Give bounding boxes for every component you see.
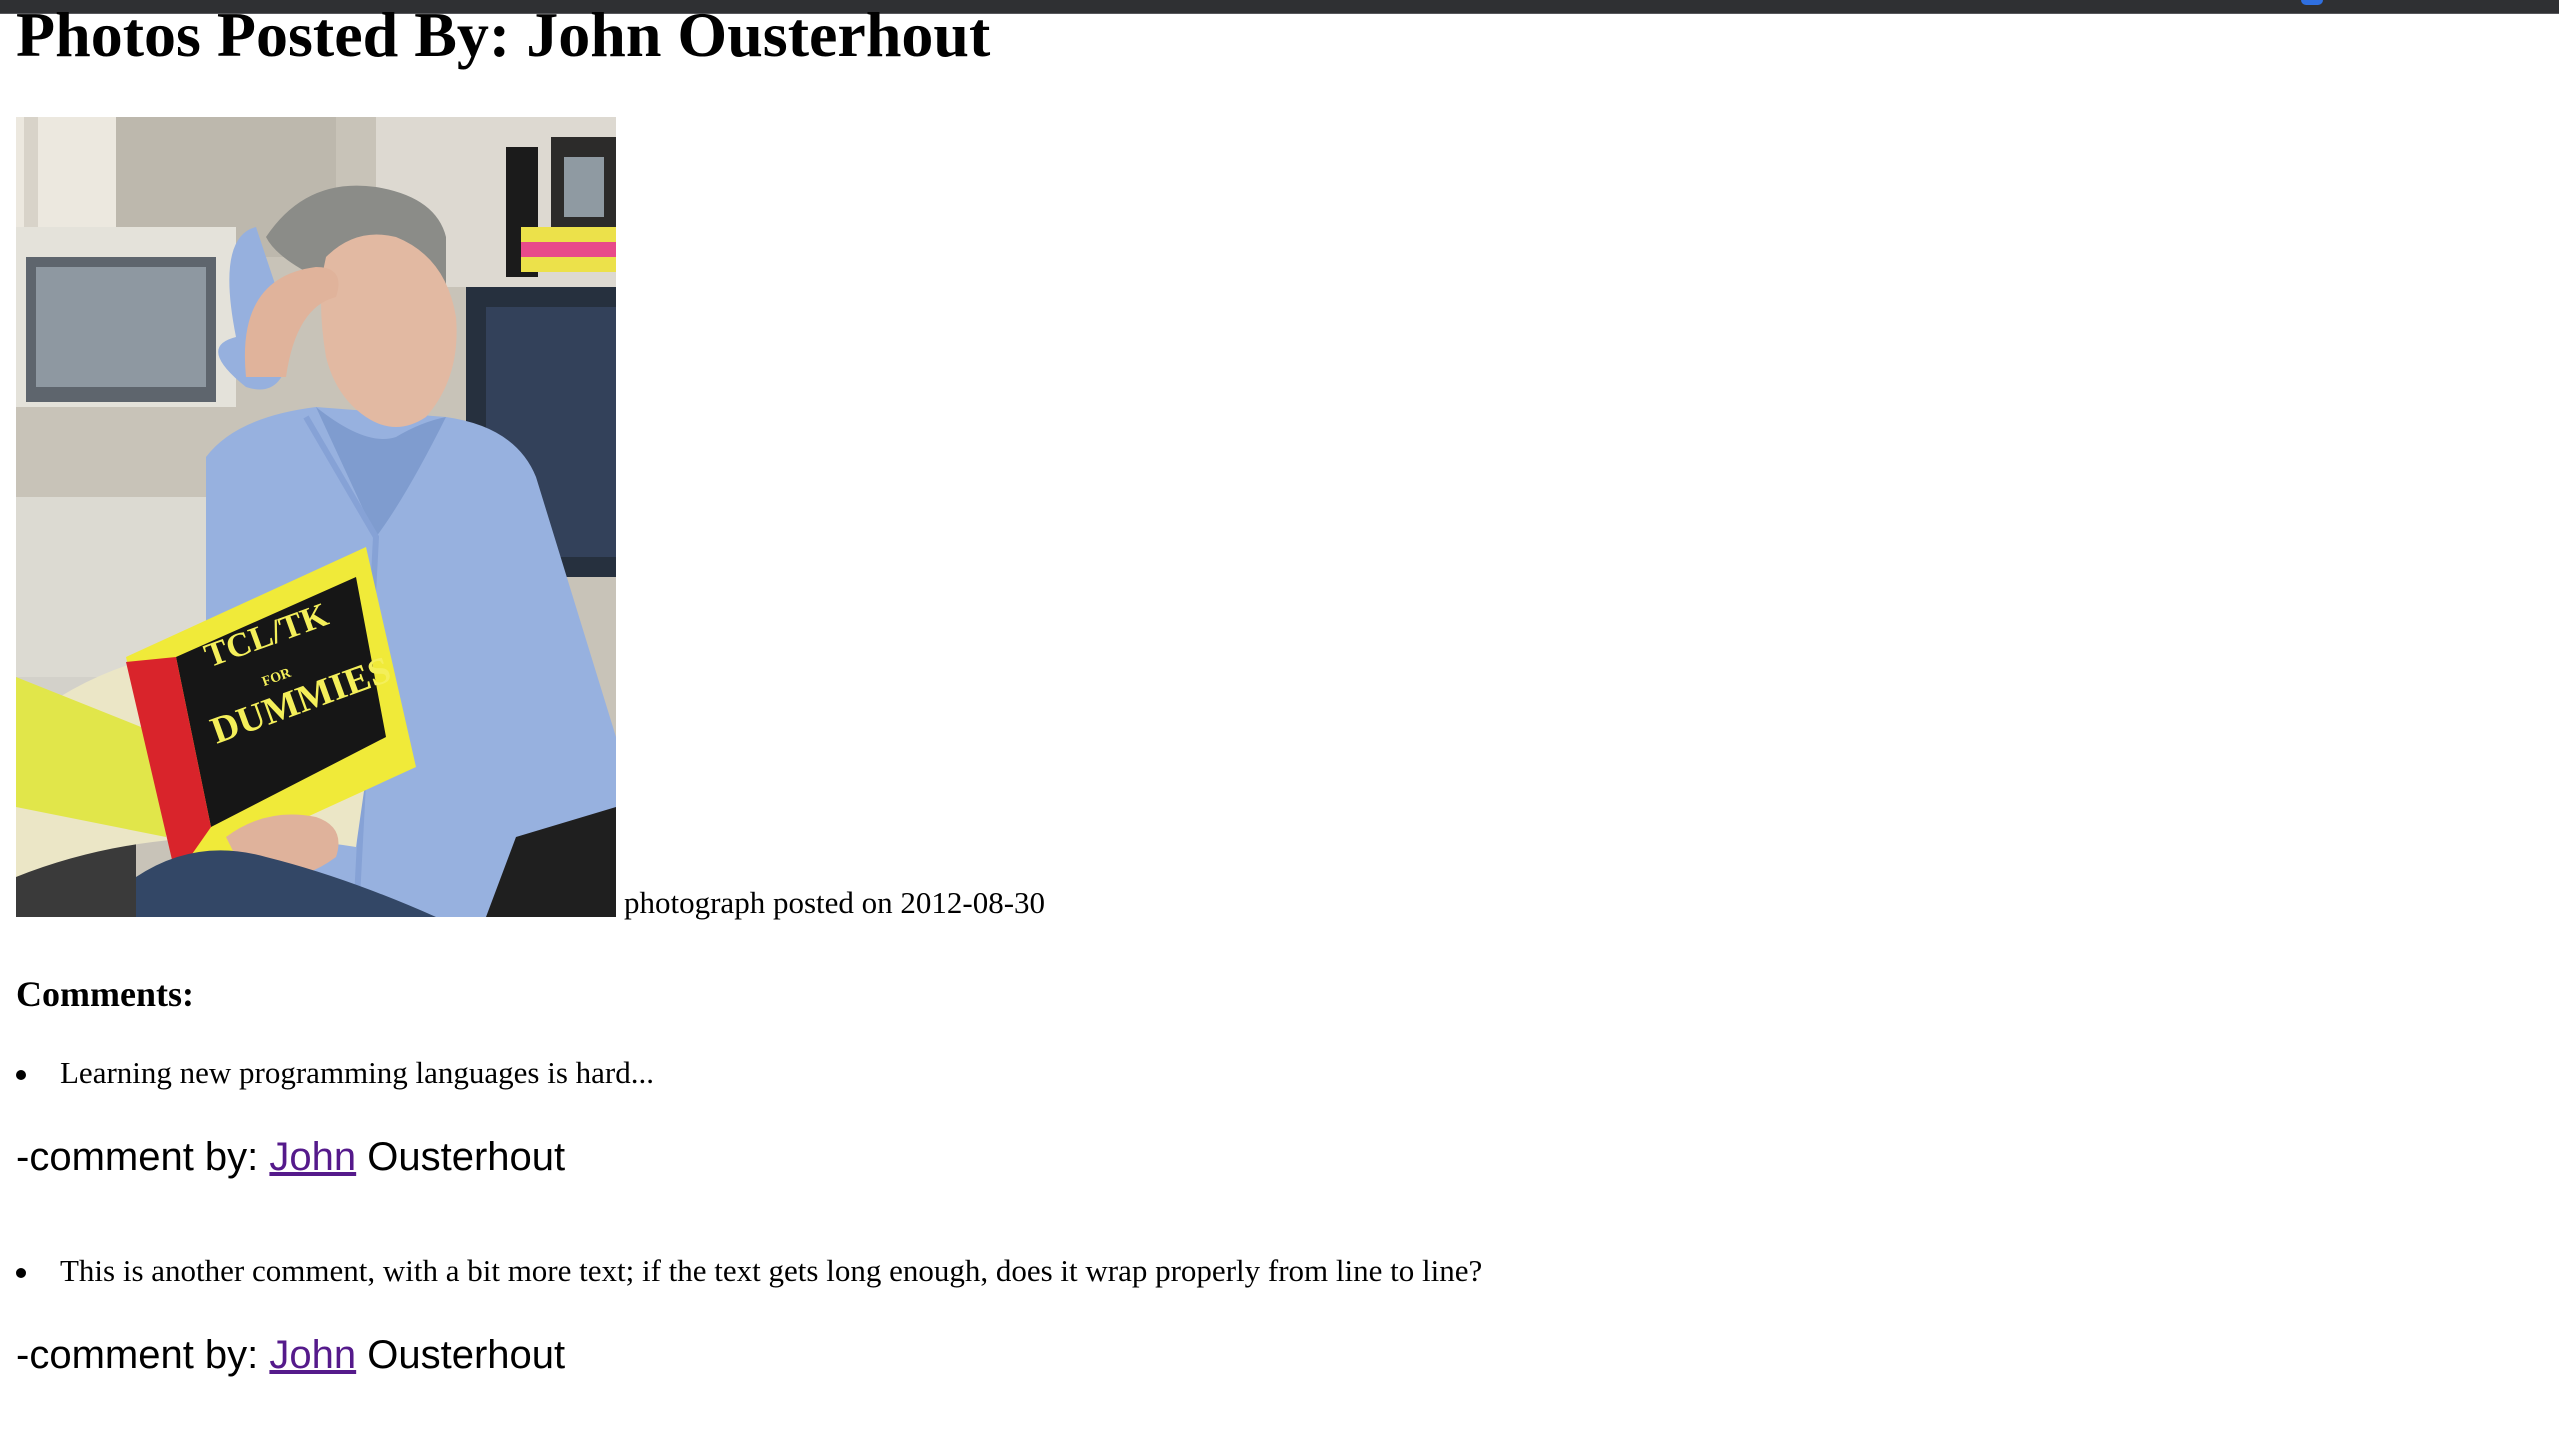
comment-text: Learning new programming languages is ha… — [60, 1055, 654, 1090]
photo-row: TCL/TK FOR DUMMIES photograph posted on … — [16, 117, 1046, 920]
comment-author-last-name: Ousterhout — [356, 1333, 566, 1377]
comment-text: This is another comment, with a bit more… — [60, 1253, 1483, 1288]
comment-author-line: -comment by: John Ousterhout — [16, 1332, 565, 1378]
page-title: Photos Posted By: John Ousterhout — [16, 0, 991, 70]
comment-author-prefix: -comment by: — [16, 1135, 270, 1179]
comment-author-last-name: Ousterhout — [356, 1135, 566, 1179]
bullet-icon — [16, 1268, 26, 1278]
photo-caption: photograph posted on 2012-08-30 — [624, 885, 1046, 920]
comment-author-link[interactable]: John — [269, 1135, 356, 1179]
photo-illustration: TCL/TK FOR DUMMIES — [16, 117, 616, 917]
posted-photo: TCL/TK FOR DUMMIES — [16, 117, 616, 917]
comment-author-line: -comment by: John Ousterhout — [16, 1134, 565, 1180]
bullet-icon — [16, 1070, 26, 1080]
comment-author-link[interactable]: John — [269, 1333, 356, 1377]
comments-heading: Comments: — [16, 974, 194, 1014]
comment-author-prefix: -comment by: — [16, 1333, 270, 1377]
top-bar-indicator — [2301, 0, 2323, 5]
